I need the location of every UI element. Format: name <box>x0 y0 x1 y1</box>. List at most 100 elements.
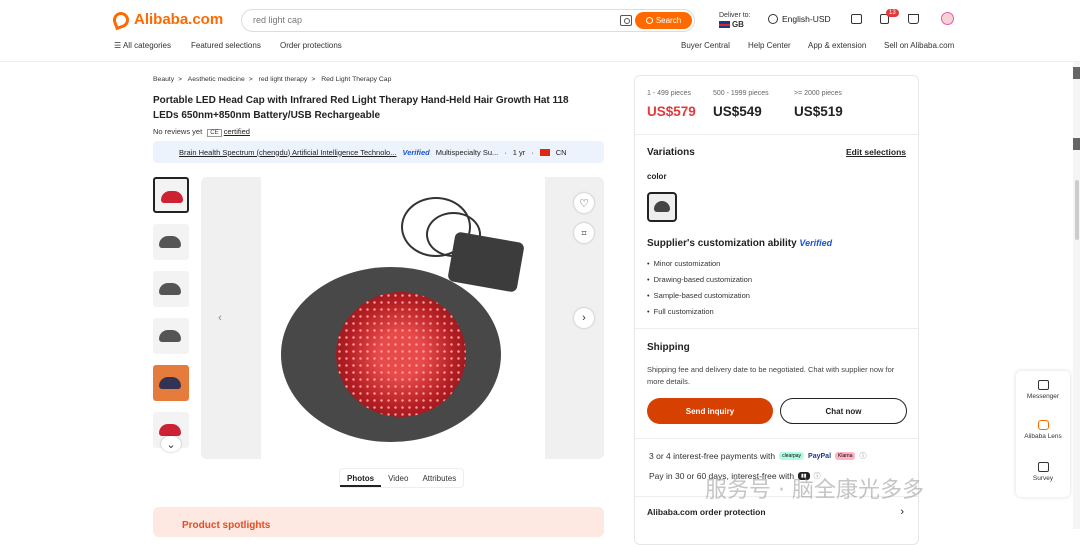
survey-icon <box>1037 462 1049 472</box>
search-icon <box>645 17 653 24</box>
divider <box>635 134 918 135</box>
thumbnail-list <box>153 177 189 459</box>
watermark: 服务号 · 脑全康光多多 <box>705 478 924 503</box>
supplier-bar[interactable]: Brain Health Spectrum (chengdu) Artifici… <box>153 141 604 163</box>
chevron-right-icon[interactable]: › <box>900 506 904 518</box>
breadcrumb-separator: > <box>178 76 183 83</box>
tab-photos[interactable]: Photos <box>340 469 382 487</box>
help-center-link[interactable]: Help Center <box>748 41 791 50</box>
floating-toolbar: Messenger Alibaba Lens Survey <box>1016 371 1070 497</box>
divider <box>635 438 918 439</box>
breadcrumb-separator: > <box>248 76 253 83</box>
orders-badge: 13 <box>886 9 899 17</box>
review-status: No reviews yet CE certified <box>153 127 250 137</box>
variations-title: Variations <box>647 147 695 158</box>
product-spotlights: Product spotlights <box>153 507 604 537</box>
tab-attributes[interactable]: Attributes <box>415 469 463 487</box>
featured-selections-link[interactable]: Featured selections <box>191 41 261 50</box>
supplier-years: 1 yr <box>512 147 526 157</box>
customization-title: Supplier's customization ability Verifie… <box>647 238 833 249</box>
breadcrumb-item[interactable]: Red Light Therapy Cap <box>321 76 391 83</box>
shipping-text: Shipping fee and delivery date to be neg… <box>647 365 895 386</box>
thumbnail[interactable] <box>153 365 189 401</box>
next-image-icon[interactable]: › <box>574 308 594 328</box>
price-tier: 500 - 1999 pieces <box>713 90 769 97</box>
messenger-icon <box>1037 380 1049 390</box>
buyer-central-link[interactable]: Buyer Central <box>681 41 730 50</box>
cap-image <box>161 191 183 203</box>
breadcrumb-item[interactable]: Beauty <box>153 76 174 83</box>
price-tier: 1 - 499 pieces <box>647 90 691 97</box>
prev-image-icon[interactable]: ‹ <box>210 308 230 328</box>
separator: · <box>531 147 534 157</box>
product-title: Portable LED Head Cap with Infrared Red … <box>153 95 569 121</box>
price-value: US$549 <box>713 104 762 119</box>
scrollbar-marker <box>1073 67 1080 79</box>
info-icon[interactable]: ⓘ <box>859 451 866 461</box>
china-flag-icon <box>539 148 550 156</box>
shipping-title: Shipping <box>647 342 690 353</box>
sell-link[interactable]: Sell on Alibaba.com <box>884 41 954 50</box>
order-protection-link[interactable]: Alibaba.com order protection <box>647 507 766 517</box>
all-categories-menu[interactable]: ☰ All categories <box>114 41 171 50</box>
certified-link[interactable]: certified <box>224 127 250 136</box>
avatar[interactable] <box>941 12 954 25</box>
heart-icon[interactable]: ♡ <box>574 193 594 213</box>
breadcrumb-item[interactable]: red light therapy <box>259 76 308 83</box>
camera-icon[interactable] <box>620 15 632 26</box>
klarna-logo: Klarna <box>835 452 856 460</box>
search-input[interactable]: red light cap <box>253 15 302 25</box>
alibaba-logo[interactable]: Alibaba.com <box>110 9 223 30</box>
send-inquiry-button[interactable]: Send inquiry <box>647 398 773 424</box>
search-box[interactable]: red light cap Search <box>241 9 695 32</box>
thumbnail[interactable] <box>153 224 189 260</box>
search-button[interactable]: Search <box>635 12 692 29</box>
messenger-button[interactable]: Messenger <box>1016 380 1070 400</box>
cap-image <box>159 236 181 248</box>
customization-item: Sample-based customization <box>647 291 750 300</box>
chevron-down-icon[interactable]: ⌄ <box>161 436 181 452</box>
breadcrumb-item[interactable]: Aesthetic medicine <box>188 76 245 83</box>
thumbnail[interactable] <box>153 318 189 354</box>
edit-selections-link[interactable]: Edit selections <box>846 147 906 157</box>
scrollbar[interactable] <box>1073 62 1080 529</box>
language-selector[interactable]: English-USD <box>768 14 831 24</box>
alibaba-lens-button[interactable]: Alibaba Lens <box>1016 420 1070 440</box>
survey-button[interactable]: Survey <box>1016 462 1070 482</box>
order-protections-link[interactable]: Order protections <box>280 41 342 50</box>
supplier-country: CN <box>555 147 567 157</box>
tab-video[interactable]: Video <box>381 469 415 487</box>
chat-now-button[interactable]: Chat now <box>780 398 907 424</box>
uk-flag-icon <box>719 21 730 28</box>
cap-image <box>159 424 181 436</box>
customization-item: Drawing-based customization <box>647 275 752 284</box>
deliver-to[interactable]: Deliver to: GB <box>719 11 751 30</box>
color-label: color <box>647 172 667 181</box>
customization-item: Minor customization <box>647 259 721 268</box>
supplier-name[interactable]: Brain Health Spectrum (chengdu) Artifici… <box>179 148 396 157</box>
supplier-type: Multispecialty Su... <box>435 147 499 157</box>
cap-image <box>159 377 181 389</box>
led-cap-image <box>281 267 501 442</box>
cart-icon[interactable] <box>908 14 919 24</box>
messages-icon[interactable] <box>851 14 862 24</box>
ce-badge: CE <box>207 129 222 137</box>
image-search-icon[interactable]: ⌗ <box>574 223 594 243</box>
scrollbar-thumb[interactable] <box>1075 180 1079 240</box>
paypal-logo: PayPal <box>808 452 832 460</box>
verified-badge: Verified <box>402 147 430 157</box>
cap-image <box>159 283 181 295</box>
globe-icon <box>768 14 778 24</box>
top-bar: Alibaba.com red light cap Search Deliver… <box>0 0 1080 62</box>
thumbnail[interactable] <box>153 271 189 307</box>
clearpay-logo: clearpay <box>779 452 805 460</box>
main-product-image[interactable]: ♡ ⌗ ‹ › <box>201 177 604 459</box>
verified-badge: Verified <box>799 238 833 248</box>
color-swatch[interactable] <box>647 192 677 222</box>
thumbnail[interactable] <box>153 177 189 213</box>
separator: · <box>504 147 507 157</box>
logo-icon <box>110 9 132 30</box>
breadcrumb: Beauty > Aesthetic medicine > red light th… <box>153 76 395 83</box>
app-extension-link[interactable]: App & extension <box>808 41 866 50</box>
price-value: US$519 <box>794 104 843 119</box>
